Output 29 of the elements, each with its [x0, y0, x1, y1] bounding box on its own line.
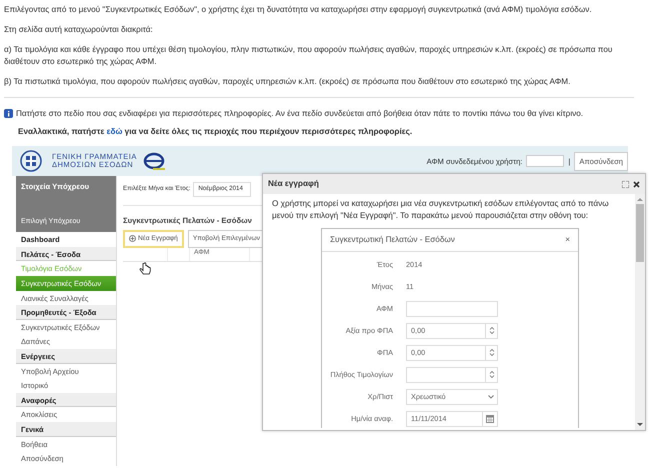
help-text: Ο χρήστης μπορεί να καταχωρήσει μια νέα συγκεντρωτική εσόδων επιλέγοντας από το πάνω μενού την επιλογή "Νέα Εγγραφή". Το παρακάτω μενού παρουσιάζεται στην οθόνη του:: [272, 198, 610, 222]
alt-paragraph: Εναλλακτικά, πατήστε εδώ για να δείτε όλες τις περιοχές που περιέχουν περισσότερες πληροφορίες.: [18, 126, 414, 138]
scroll-down-icon: [637, 422, 643, 428]
paragraph: α) Τα τιμολόγια και κάθε έγγραφο που υπέχει θέση τιμολογίου, πλην πιστωτικών, που αφορούν πωλήσεις αγαθών, παροχές υπηρεσιών κ.λπ. (εκροές) σε πρόσωπα που διαθέτουν στο εσωτερικό της χώρας ΑΦΜ.: [4, 44, 614, 68]
hand-cursor-icon: [139, 262, 151, 276]
scroll-thumb[interactable]: [636, 204, 644, 262]
dialog-title: Συγκεντρωτική Πελατών - Εσόδων: [330, 234, 455, 246]
user-field[interactable]: [526, 155, 564, 168]
expand-icon: [622, 180, 629, 188]
spinner-arrows-icon: [488, 326, 494, 336]
here-link[interactable]: εδώ: [106, 127, 122, 136]
chevron-down-icon: [488, 394, 494, 399]
info-icon: [4, 109, 13, 118]
emblem-icon: [20, 150, 42, 172]
window-title: Νέα εγγραφή: [268, 178, 319, 190]
paragraph: Στη σελίδα αυτή καταχωρούνται διακριτά:: [4, 24, 154, 36]
number-field[interactable]: [406, 366, 498, 383]
calendar-icon: [486, 414, 494, 423]
spinner-arrows-icon: [488, 370, 494, 380]
paragraph: Επιλέγοντας από το μενού "Συγκεντρωτικές Εσόδων", ο χρήστης έχει τη δυνατότητα να καταχωρήσει στην εφαρμογή συγκεντρωτικά (ανά ΑΦΜ) τιμολόγια εσόδων.: [4, 4, 593, 16]
plus-circle-icon: [129, 235, 136, 242]
e-logo-icon: [142, 151, 165, 172]
scrollbar[interactable]: [635, 194, 645, 430]
close-icon[interactable]: ×: [565, 234, 570, 246]
close-icon: [633, 180, 640, 188]
paragraph: β) Τα πιστωτικά τιμολόγια, που αφορούν πωλήσεις αγαθών, παροχές υπηρεσιών κ.λπ. (εκροές) σε πρόσωπα που διαθέτουν στο εσωτερικό της χώρας ΑΦΜ.: [4, 76, 572, 88]
info-text: Πατήστε στο πεδίο που σας ενδιαφέρει για περισσότερες πληροφορίες. Αν ένα πεδίο συνδεύεται από βοήθεια όταν πάτε το ποντίκι πάνω του θα γίνει κίτρινο.: [16, 108, 584, 120]
spinner-arrows-icon: [488, 348, 494, 358]
input-field[interactable]: [406, 300, 498, 317]
